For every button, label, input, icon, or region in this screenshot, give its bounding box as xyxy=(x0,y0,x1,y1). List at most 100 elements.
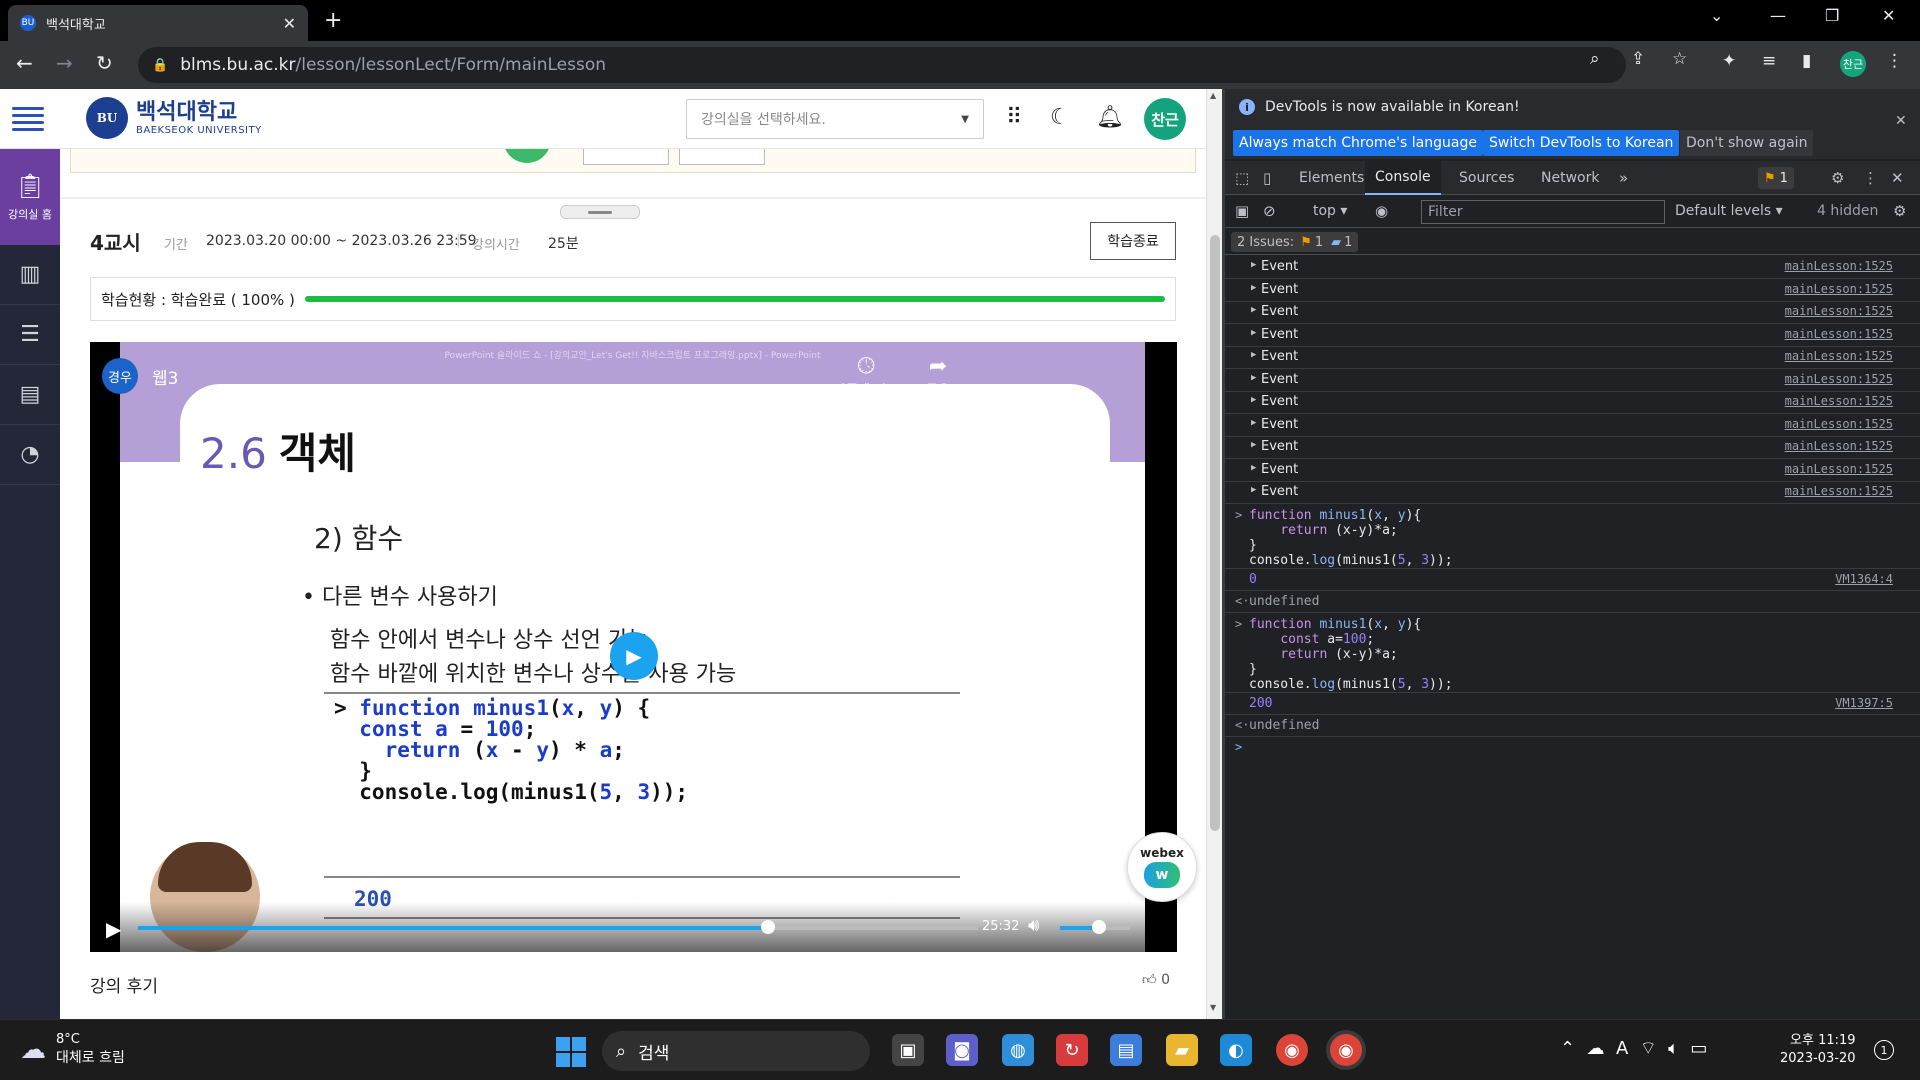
share-button[interactable]: ➦ 공유 xyxy=(926,354,950,398)
event-source-link[interactable]: mainLesson:1525 xyxy=(1785,259,1893,273)
clear-console-icon[interactable]: ⊘ xyxy=(1263,202,1276,220)
seek-handle[interactable] xyxy=(761,920,775,934)
tab-network[interactable]: Network xyxy=(1531,161,1609,195)
bookmark-star-icon[interactable]: ☆ xyxy=(1672,49,1687,69)
play-icon[interactable]: ▶ xyxy=(106,917,121,941)
expand-triangle-icon[interactable]: ▶ xyxy=(1251,485,1256,495)
bell-icon[interactable]: 🔔︎ xyxy=(1096,105,1124,130)
channel-avatar[interactable]: 경우 xyxy=(102,358,138,394)
rail-item-chart-icon[interactable]: ◔ xyxy=(0,425,60,485)
event-source-link[interactable]: mainLesson:1525 xyxy=(1785,439,1893,453)
taskbar-clock[interactable]: 오후 11:19 2023-03-20 xyxy=(1780,1032,1856,1068)
back-icon[interactable]: ← xyxy=(16,51,33,75)
expand-triangle-icon[interactable]: ▶ xyxy=(1251,418,1256,428)
event-source-link[interactable]: mainLesson:1525 xyxy=(1785,349,1893,363)
user-avatar[interactable]: 찬근 xyxy=(1144,98,1186,140)
window-close-icon[interactable]: ✕ xyxy=(1882,6,1895,25)
banner-close-icon[interactable]: ✕ xyxy=(1895,113,1907,129)
expand-triangle-icon[interactable]: ▶ xyxy=(1251,283,1256,293)
event-source-link[interactable]: mainLesson:1525 xyxy=(1785,462,1893,476)
event-source-link[interactable]: mainLesson:1525 xyxy=(1785,394,1893,408)
profile-avatar[interactable]: 찬근 xyxy=(1840,51,1866,77)
weather-widget[interactable]: ☁ 8°C 대체로 흐림 xyxy=(20,1032,125,1067)
tab-sources[interactable]: Sources xyxy=(1449,161,1524,195)
event-source-link[interactable]: mainLesson:1525 xyxy=(1785,304,1893,318)
switch-language-button[interactable]: Switch DevTools to Korean xyxy=(1483,130,1680,156)
taskbar-search[interactable]: ⌕ 검색 xyxy=(602,1031,870,1071)
zoom-icon[interactable]: ⌕ xyxy=(1590,49,1600,69)
volume-slider[interactable] xyxy=(1060,920,1130,934)
university-logo[interactable]: BU 백석대학교 BAEKSEOK UNIVERSITY xyxy=(86,97,262,139)
lock-icon[interactable]: 🔒 xyxy=(152,58,168,73)
log-levels-dropdown[interactable]: Default levels ▾ xyxy=(1675,203,1783,219)
file-explorer-folder-icon[interactable]: ▰ xyxy=(1166,1034,1198,1066)
sync-app-icon[interactable]: ↻ xyxy=(1056,1034,1088,1066)
scroll-down-icon[interactable]: ▼ xyxy=(1210,1003,1216,1012)
match-language-button[interactable]: Always match Chrome's language xyxy=(1233,130,1483,156)
expand-triangle-icon[interactable]: ▶ xyxy=(1251,395,1256,405)
teams-chat-icon[interactable]: ◙ xyxy=(946,1034,978,1066)
rail-item-list-icon[interactable]: ☰ xyxy=(0,305,60,365)
page-scrollbar[interactable]: ▲ ▼ xyxy=(1206,89,1222,1019)
new-tab-icon[interactable]: + xyxy=(324,8,342,33)
edge-browser-icon[interactable]: ◐ xyxy=(1220,1034,1252,1066)
devtools-menu-icon[interactable]: ⋮ xyxy=(1863,169,1878,187)
context-selector[interactable]: top ▾ xyxy=(1313,203,1347,219)
scroll-thumb[interactable] xyxy=(1210,235,1220,831)
dark-mode-moon-icon[interactable]: ☾ xyxy=(1050,105,1070,130)
course-select[interactable]: 강의실을 선택하세요. ▼ xyxy=(686,99,984,139)
console-event-row[interactable]: ▶ Event mainLesson:1525 xyxy=(1225,346,1920,369)
expand-triangle-icon[interactable]: ▶ xyxy=(1251,305,1256,315)
chrome-profile-active-icon[interactable]: ◉ xyxy=(1330,1034,1362,1066)
seek-bar[interactable] xyxy=(138,920,978,934)
expand-triangle-icon[interactable]: ▶ xyxy=(1251,373,1256,383)
rail-item-book-icon[interactable]: ▥ xyxy=(0,245,60,305)
event-source-link[interactable]: mainLesson:1525 xyxy=(1785,282,1893,296)
expand-triangle-icon[interactable]: ▶ xyxy=(1251,350,1256,360)
watch-later-button[interactable]: 🕓︎ 나중에 시... xyxy=(834,354,898,398)
hamburger-menu-icon[interactable] xyxy=(12,107,44,131)
console-event-row[interactable]: ▶ Event mainLesson:1525 xyxy=(1225,369,1920,392)
settings-gear-icon[interactable]: ⚙ xyxy=(1831,169,1844,187)
console-event-row[interactable]: ▶ Event mainLesson:1525 xyxy=(1225,481,1920,504)
console-event-row[interactable]: ▶ Event mainLesson:1525 xyxy=(1225,301,1920,324)
expand-triangle-icon[interactable]: ▶ xyxy=(1251,260,1256,270)
tab-search-chevron-icon[interactable]: ⌄ xyxy=(1710,6,1723,25)
event-source-link[interactable]: mainLesson:1525 xyxy=(1785,372,1893,386)
extensions-icon[interactable]: ✦ xyxy=(1722,51,1736,71)
issues-badge[interactable]: ⚑ 1 xyxy=(1758,167,1794,189)
video-title[interactable]: 웹3 xyxy=(152,364,178,389)
reload-icon[interactable]: ↻ xyxy=(96,51,113,75)
volume-icon[interactable]: 🔊︎ xyxy=(1028,915,1039,936)
chrome-icon[interactable]: ◉ xyxy=(1276,1034,1308,1066)
rail-item-assignment-icon[interactable]: ▤ xyxy=(0,365,60,425)
result-source-link[interactable]: VM1364:4 xyxy=(1835,572,1893,586)
widgets-globe-icon[interactable]: ◍ xyxy=(1002,1034,1034,1066)
media-queue-icon[interactable]: ≡ xyxy=(1762,51,1776,71)
console-prompt-input[interactable]: > xyxy=(1225,737,1920,759)
console-event-row[interactable]: ▶ Event mainLesson:1525 xyxy=(1225,436,1920,459)
console-event-row[interactable]: ▶ Event mainLesson:1525 xyxy=(1225,324,1920,347)
tab-elements[interactable]: Elements xyxy=(1289,161,1374,195)
system-tray[interactable]: ⌃ ☁ A ⌔ 🔈︎ ▭ xyxy=(1560,1037,1707,1060)
console-event-row[interactable]: ▶ Event mainLesson:1525 xyxy=(1225,279,1920,302)
collapse-handle[interactable] xyxy=(560,205,640,219)
event-source-link[interactable]: mainLesson:1525 xyxy=(1785,327,1893,341)
play-overlay-icon[interactable]: ▶ xyxy=(610,632,658,680)
console-event-row[interactable]: ▶ Event mainLesson:1525 xyxy=(1225,391,1920,414)
result-source-link[interactable]: VM1397:5 xyxy=(1835,696,1893,710)
console-filter-input[interactable] xyxy=(1421,200,1665,224)
like-button[interactable]: 👍︎ 0 xyxy=(1142,971,1170,988)
live-expression-eye-icon[interactable]: ◉ xyxy=(1375,202,1388,220)
end-study-button[interactable]: 학습종료 xyxy=(1090,222,1176,260)
event-source-link[interactable]: mainLesson:1525 xyxy=(1785,417,1893,431)
scroll-up-icon[interactable]: ▲ xyxy=(1210,91,1216,100)
notepad-icon[interactable]: ▤ xyxy=(1110,1034,1142,1066)
inspect-element-icon[interactable]: ⬚ xyxy=(1235,169,1249,187)
start-windows-icon[interactable] xyxy=(556,1037,586,1067)
webex-launcher[interactable]: webex w xyxy=(1127,832,1197,902)
sidebar-toggle-icon[interactable]: ▣ xyxy=(1235,202,1249,220)
tab-close-icon[interactable]: ✕ xyxy=(283,14,296,33)
task-view-icon[interactable]: ▣ xyxy=(892,1034,924,1066)
video-player[interactable]: PowerPoint 슬라이드 쇼 - [강의교안_Let's Get!! 자바… xyxy=(90,342,1177,952)
